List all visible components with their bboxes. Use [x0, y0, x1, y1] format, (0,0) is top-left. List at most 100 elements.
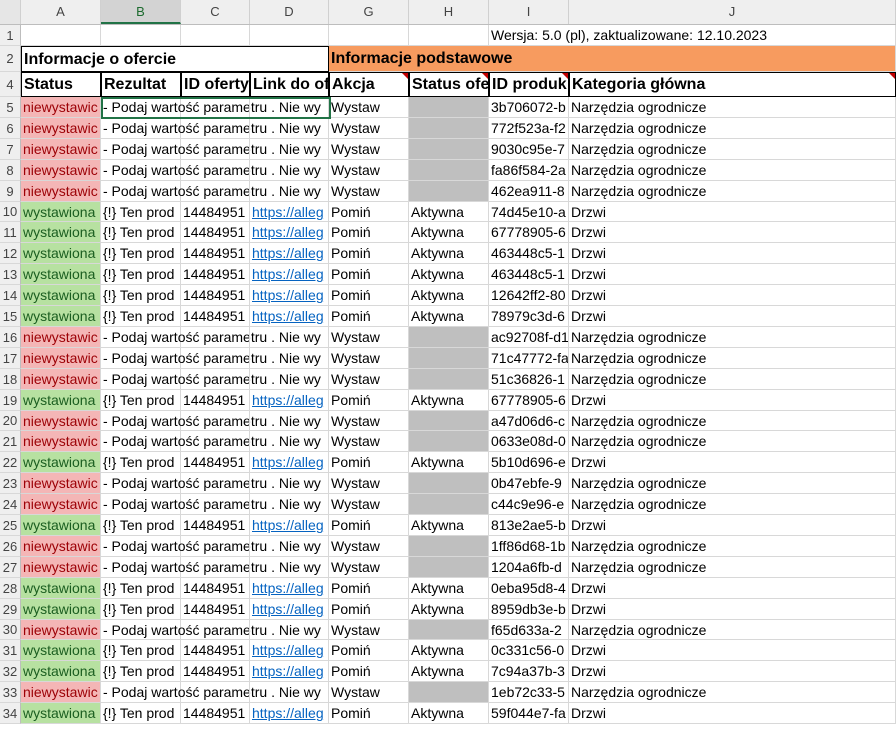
result-cell[interactable]: {!} Ten prod — [101, 390, 181, 411]
offer-link[interactable]: https://alleg — [252, 204, 324, 220]
offer-link-cell[interactable]: https://alleg — [250, 222, 329, 243]
action-cell[interactable]: Wystaw — [329, 181, 409, 202]
status-cell[interactable]: wystawiona — [21, 306, 101, 327]
offer-status-cell[interactable]: Aktywna — [409, 243, 489, 264]
category-cell[interactable]: Narzędzia ogrodnicze — [569, 411, 896, 431]
action-cell[interactable]: Wystaw — [329, 160, 409, 181]
cell[interactable] — [329, 25, 409, 46]
result-cell[interactable]: {!} Ten prod — [101, 578, 181, 599]
result-cell[interactable]: {!} Ten prod — [101, 515, 181, 536]
offer-status-cell[interactable]: Aktywna — [409, 578, 489, 599]
row-header[interactable]: 18 — [0, 369, 21, 390]
action-cell[interactable]: Pomiń — [329, 640, 409, 661]
action-cell[interactable]: Wystaw — [329, 411, 409, 431]
product-id-cell[interactable]: a47d06d6-c — [489, 411, 569, 431]
category-cell[interactable]: Narzędzia ogrodnicze — [569, 473, 896, 494]
product-id-cell[interactable]: 1eb72c33-5 — [489, 682, 569, 703]
result-cell[interactable]: - Podaj wartość parametru . Nie wy — [101, 348, 321, 369]
offer-link[interactable]: https://alleg — [252, 266, 324, 282]
product-id-cell[interactable]: 7c94a37b-3 — [489, 661, 569, 682]
offer-link-cell[interactable]: https://alleg — [250, 452, 329, 473]
product-id-cell[interactable]: 0c331c56-0 — [489, 640, 569, 661]
product-id-cell[interactable]: 67778905-6 — [489, 222, 569, 243]
offer-link-cell[interactable] — [250, 369, 329, 390]
offer-id-cell[interactable]: 14484951 — [181, 390, 250, 411]
offer-id-cell[interactable] — [181, 620, 250, 640]
comment-indicator[interactable] — [482, 73, 488, 79]
category-cell[interactable]: Drzwi — [569, 578, 896, 599]
product-id-cell[interactable]: 8959db3e-b — [489, 599, 569, 620]
product-id-cell[interactable]: 463448c5-1 — [489, 264, 569, 285]
offer-id-cell[interactable]: 14484951 — [181, 661, 250, 682]
result-cell[interactable]: - Podaj wartość parametru . Nie wy — [101, 536, 321, 557]
offer-id-cell[interactable]: 14484951 — [181, 243, 250, 264]
offer-link-cell[interactable]: https://alleg — [250, 264, 329, 285]
row-header[interactable]: 2 — [0, 46, 21, 72]
row-header[interactable]: 30 — [0, 620, 21, 640]
product-id-cell[interactable]: 71c47772-fa — [489, 348, 569, 369]
column-header-d[interactable]: D — [250, 0, 329, 24]
product-id-cell[interactable]: 0633e08d-0 — [489, 431, 569, 452]
status-cell[interactable]: wystawiona — [21, 243, 101, 264]
cell[interactable] — [181, 25, 250, 46]
cell[interactable] — [21, 25, 101, 46]
action-cell[interactable]: Wystaw — [329, 118, 409, 139]
offer-status-cell[interactable] — [409, 473, 489, 494]
offer-link-cell[interactable] — [250, 682, 329, 703]
category-cell[interactable]: Narzędzia ogrodnicze — [569, 348, 896, 369]
status-cell[interactable]: wystawiona — [21, 661, 101, 682]
offer-id-cell[interactable] — [181, 348, 250, 369]
offer-id-cell[interactable] — [181, 494, 250, 515]
offer-id-cell[interactable] — [181, 682, 250, 703]
offer-status-cell[interactable] — [409, 682, 489, 703]
offer-id-cell[interactable]: 14484951 — [181, 285, 250, 306]
product-id-cell[interactable]: fa86f584-2a — [489, 160, 569, 181]
offer-id-cell[interactable]: 14484951 — [181, 264, 250, 285]
header-offer-status[interactable]: Status ofe — [409, 72, 489, 97]
offer-info-section-header[interactable]: Informacje o ofercie — [21, 46, 329, 72]
offer-status-cell[interactable]: Aktywna — [409, 285, 489, 306]
offer-status-cell[interactable]: Aktywna — [409, 452, 489, 473]
cell[interactable] — [250, 25, 329, 46]
offer-id-cell[interactable] — [181, 536, 250, 557]
comment-indicator[interactable] — [402, 73, 408, 79]
category-cell[interactable]: Narzędzia ogrodnicze — [569, 682, 896, 703]
offer-status-cell[interactable] — [409, 348, 489, 369]
action-cell[interactable]: Wystaw — [329, 97, 409, 118]
status-cell[interactable]: niewystawic — [21, 118, 101, 139]
result-cell[interactable]: - Podaj wartość parametru . Nie wy — [101, 139, 321, 160]
offer-link-cell[interactable] — [250, 620, 329, 640]
offer-link-cell[interactable] — [250, 118, 329, 139]
status-cell[interactable]: niewystawic — [21, 620, 101, 640]
offer-link-cell[interactable]: https://alleg — [250, 703, 329, 724]
product-id-cell[interactable]: 462ea911-8 — [489, 181, 569, 202]
action-cell[interactable]: Wystaw — [329, 536, 409, 557]
result-cell[interactable]: {!} Ten prod — [101, 202, 181, 222]
offer-link[interactable]: https://alleg — [252, 287, 324, 303]
category-cell[interactable]: Drzwi — [569, 640, 896, 661]
status-cell[interactable]: wystawiona — [21, 285, 101, 306]
product-id-cell[interactable]: f65d633a-2 — [489, 620, 569, 640]
row-header[interactable]: 22 — [0, 452, 21, 473]
status-cell[interactable]: niewystawic — [21, 327, 101, 348]
offer-link[interactable]: https://alleg — [252, 580, 324, 596]
offer-link-cell[interactable] — [250, 431, 329, 452]
offer-status-cell[interactable]: Aktywna — [409, 264, 489, 285]
offer-link-cell[interactable]: https://alleg — [250, 578, 329, 599]
result-cell[interactable]: - Podaj wartość parametru . Nie wy — [101, 494, 321, 515]
result-cell[interactable]: - Podaj wartość parametru . Nie wy — [101, 682, 321, 703]
offer-status-cell[interactable] — [409, 557, 489, 578]
offer-status-cell[interactable] — [409, 411, 489, 431]
offer-link-cell[interactable]: https://alleg — [250, 661, 329, 682]
offer-status-cell[interactable]: Aktywna — [409, 599, 489, 620]
status-cell[interactable]: niewystawic — [21, 348, 101, 369]
status-cell[interactable]: niewystawic — [21, 411, 101, 431]
product-id-cell[interactable]: 1ff86d68-1b — [489, 536, 569, 557]
offer-id-cell[interactable] — [181, 473, 250, 494]
action-cell[interactable]: Pomiń — [329, 390, 409, 411]
action-cell[interactable]: Pomiń — [329, 578, 409, 599]
product-id-cell[interactable]: 51c36826-1 — [489, 369, 569, 390]
result-cell[interactable]: - Podaj wartość parametru . Nie wy — [101, 620, 321, 640]
action-cell[interactable]: Wystaw — [329, 557, 409, 578]
action-cell[interactable]: Wystaw — [329, 139, 409, 160]
